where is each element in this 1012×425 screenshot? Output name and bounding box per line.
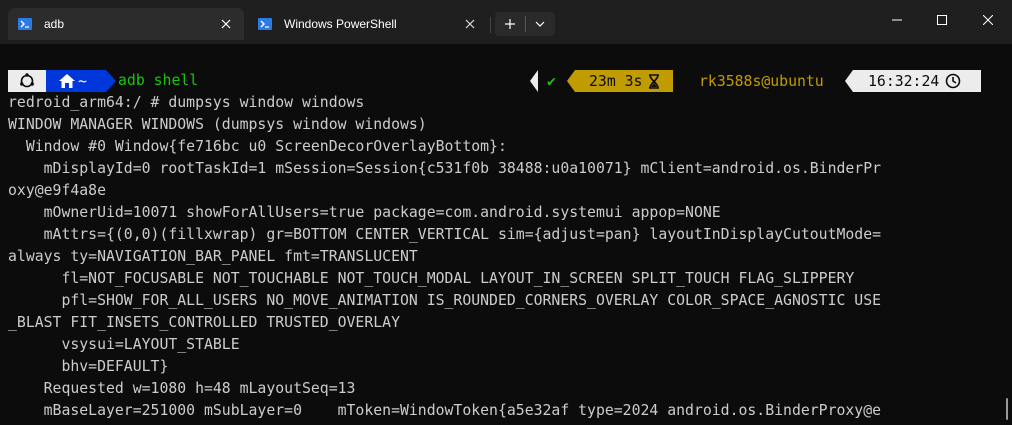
chevron-down-icon <box>535 21 545 27</box>
output-line: vsysui=LAYOUT_STABLE <box>8 336 240 353</box>
tab-label: Windows PowerShell <box>284 17 397 31</box>
status-check: ✔ <box>547 72 556 90</box>
prompt-command: adb shell <box>118 72 199 89</box>
home-icon <box>59 74 75 88</box>
close-icon <box>983 15 993 25</box>
new-tab-group <box>495 12 555 36</box>
maximize-icon <box>937 15 947 25</box>
output-line: mAttrs={(0,0)(fillxwrap) gr=BOTTOM CENTE… <box>8 226 882 243</box>
output-line: pfl=SHOW_FOR_ALL_USERS NO_MOVE_ANIMATION… <box>8 292 882 309</box>
output-line: _BLAST FIT_INSETS_CONTROLLED TRUSTED_OVE… <box>8 314 400 331</box>
close-icon[interactable] <box>218 16 234 32</box>
maximize-button[interactable] <box>919 0 965 40</box>
close-icon[interactable] <box>462 16 478 32</box>
prompt-home-segment: ~ <box>46 70 116 92</box>
terminal-area[interactable]: ~ adb shell ✔ 23m 3s rk3588s@ubuntu 16:3… <box>0 44 1012 425</box>
output-line: mDisplayId=0 rootTaskId=1 mSession=Sessi… <box>8 160 882 177</box>
output-line: WINDOW MANAGER WINDOWS (dumpsys window w… <box>8 116 427 133</box>
output-line: always ty=NAVIGATION_BAR_PANEL fmt=TRANS… <box>8 248 418 265</box>
duration-text: 23m 3s <box>589 72 643 90</box>
tab-dropdown-button[interactable] <box>525 12 555 36</box>
clock-time: 16:32:24 <box>868 72 940 90</box>
powershell-icon <box>258 18 272 30</box>
output-line: redroid_arm64:/ # dumpsys window windows <box>8 94 365 111</box>
output-line: mBaseLayer=251000 mSubLayer=0 mToken=Win… <box>8 402 882 419</box>
plus-icon <box>505 19 515 29</box>
close-window-button[interactable] <box>965 0 1011 40</box>
prompt-duration-segment: 23m 3s <box>567 70 673 92</box>
powershell-icon <box>18 18 32 30</box>
output-line: bhv=DEFAULT} <box>8 358 169 375</box>
minimize-button[interactable] <box>874 0 920 40</box>
output-line: Window #0 Window{fe716bc u0 ScreenDecorO… <box>8 138 507 155</box>
minimize-icon <box>892 19 902 21</box>
tab-windows-powershell[interactable]: Windows PowerShell <box>248 8 488 40</box>
home-path: ~ <box>78 72 87 90</box>
prompt-os-segment <box>8 70 54 92</box>
output-line: mOwnerUid=10071 showForAllUsers=true pac… <box>8 204 721 221</box>
prompt-clock-segment: 16:32:24 <box>845 70 981 92</box>
clock-icon <box>945 73 961 89</box>
title-bar: adb Windows PowerShell <box>0 0 1012 44</box>
output-line: oxy@e9f4a8e <box>8 182 106 199</box>
tab-label: adb <box>44 17 65 31</box>
tab-divider <box>490 17 491 33</box>
prompt-line: ~ adb shell ✔ 23m 3s rk3588s@ubuntu 16:3… <box>0 70 1012 92</box>
output-line: Requested w=1080 h=48 mLayoutSeq=13 <box>8 380 356 397</box>
new-tab-button[interactable] <box>495 12 525 36</box>
tab-adb[interactable]: adb <box>8 8 244 40</box>
scrollbar[interactable] <box>1006 398 1008 420</box>
output-line: fl=NOT_FOCUSABLE NOT_TOUCHABLE NOT_TOUCH… <box>8 270 855 287</box>
user-host: rk3588s@ubuntu <box>699 72 824 90</box>
prompt-user-segment: rk3588s@ubuntu <box>673 70 853 92</box>
ubuntu-icon <box>20 73 34 88</box>
hourglass-icon <box>649 73 660 89</box>
